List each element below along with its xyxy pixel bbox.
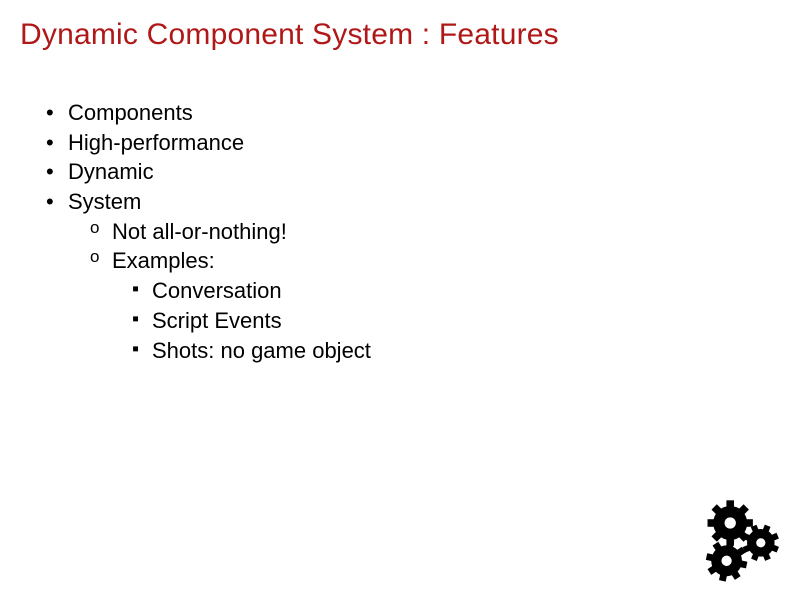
list-item-label: Dynamic [68, 159, 154, 184]
list-item: Dynamic [46, 157, 780, 187]
list-item-label: Conversation [152, 278, 282, 303]
list-item: System Not all-or-nothing! Examples: Con… [46, 187, 780, 365]
bullet-list-level2: Not all-or-nothing! Examples: Conversati… [68, 217, 780, 365]
list-item-label: Script Events [152, 308, 282, 333]
list-item-label: Not all-or-nothing! [112, 219, 287, 244]
list-item-label: Shots: no game object [152, 338, 371, 363]
list-item-label: High-performance [68, 130, 244, 155]
list-item: Not all-or-nothing! [90, 217, 780, 247]
bullet-list-level3: Conversation Script Events Shots: no gam… [112, 276, 780, 365]
list-item: Script Events [132, 306, 780, 336]
slide-content: Components High-performance Dynamic Syst… [20, 98, 780, 365]
list-item: Components [46, 98, 780, 128]
list-item: Shots: no game object [132, 336, 780, 366]
gears-icon [696, 496, 786, 586]
list-item: Conversation [132, 276, 780, 306]
list-item-label: Examples: [112, 248, 215, 273]
list-item-label: System [68, 189, 141, 214]
list-item: High-performance [46, 128, 780, 158]
slide-title: Dynamic Component System : Features [20, 18, 780, 52]
list-item-label: Components [68, 100, 193, 125]
list-item: Examples: Conversation Script Events Sho… [90, 246, 780, 365]
slide: Dynamic Component System : Features Comp… [0, 0, 800, 365]
bullet-list-level1: Components High-performance Dynamic Syst… [46, 98, 780, 365]
